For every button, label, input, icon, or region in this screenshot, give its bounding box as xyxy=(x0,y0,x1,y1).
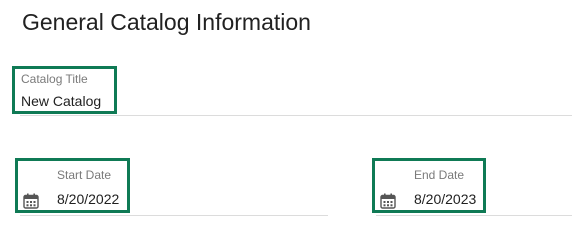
start-date-highlight xyxy=(15,158,130,213)
end-date-highlight xyxy=(372,158,486,213)
start-date-underline xyxy=(20,215,328,216)
section-title: General Catalog Information xyxy=(22,9,311,35)
catalog-title-underline xyxy=(20,115,572,116)
end-date-underline xyxy=(376,215,572,216)
catalog-title-highlight xyxy=(12,66,117,114)
general-catalog-information-panel: General Catalog Information Catalog Titl… xyxy=(0,0,572,229)
